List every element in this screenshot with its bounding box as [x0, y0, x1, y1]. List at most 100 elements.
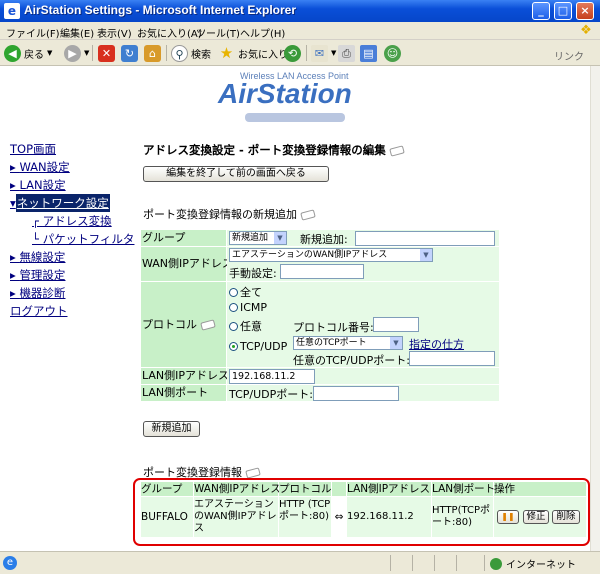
stop-icon: ✕ [98, 44, 115, 62]
menu-help[interactable]: ヘルプ(H) [240, 25, 285, 40]
radio-icmp[interactable] [229, 303, 238, 312]
menu-file[interactable]: ファイル(F) [6, 25, 60, 40]
lan-port-field-label: TCP/UDPポート: [229, 388, 313, 401]
toolbar: ◀ 戻る ▼ ▶ ▼ ✕ ↻ ⌂ ⚲ 検索 ★ お気に入り ⟲ ✉ ▼ ⎙ ▤ … [0, 40, 600, 66]
pause-button[interactable]: ❚❚ [497, 510, 519, 524]
search-button[interactable]: ⚲ 検索 [171, 43, 211, 63]
favorites-button[interactable]: ★ お気に入り [218, 43, 288, 63]
new-add-label: 新規追加: [300, 233, 348, 246]
windows-logo-icon: ❖ [580, 23, 592, 38]
col-lan-port: LAN側ポート [432, 482, 496, 496]
vertical-scrollbar[interactable] [590, 66, 600, 551]
wan-ip-select[interactable]: エアステーションのWAN側IPアドレス ▼ [229, 248, 433, 262]
nav-network[interactable]: ▾ネットワーク設定 [10, 194, 130, 212]
edit-button[interactable]: ▤ [360, 43, 380, 63]
row-lan-ip: 192.168.11.2 [347, 497, 431, 537]
help-pencil-icon[interactable] [245, 467, 261, 479]
page-title: アドレス変換設定 - ポート変換登録情報の編集 [143, 142, 405, 158]
mail-button[interactable]: ✉ ▼ [311, 43, 336, 63]
ie-app-icon: e [4, 3, 20, 19]
edit-button[interactable]: 修正 [523, 510, 549, 524]
nav-admin[interactable]: ▸ 管理設定 [10, 266, 130, 284]
forward-button[interactable]: ▶ ▼ [64, 43, 89, 63]
messenger-icon: ☺ [384, 44, 401, 62]
menu-favorites[interactable]: お気に入り(A) [137, 25, 202, 40]
radio-any[interactable] [229, 322, 238, 331]
nav-logout[interactable]: ログアウト [10, 302, 130, 320]
nav-top[interactable]: TOP画面 [10, 140, 130, 158]
minimize-button[interactable]: _ [532, 2, 550, 20]
any-port-label: 任意のTCP/UDPポート: [293, 354, 410, 367]
nav-lan[interactable]: ▸ LAN設定 [10, 176, 130, 194]
help-pencil-icon[interactable] [300, 209, 316, 221]
how-to-specify-link[interactable]: 指定の仕方 [409, 336, 464, 352]
print-button[interactable]: ⎙ [338, 43, 358, 63]
airstation-logo: AirStation [218, 78, 352, 109]
lan-port-value-cell: TCP/UDPポート: [227, 385, 499, 401]
any-port-input[interactable] [409, 351, 495, 366]
row-arrow-icon: ⇔ [332, 497, 346, 537]
window-title: AirStation Settings - Microsoft Internet… [24, 3, 297, 17]
stop-button[interactable]: ✕ [98, 43, 118, 63]
delete-button[interactable]: 削除 [552, 510, 580, 524]
help-pencil-icon[interactable] [388, 144, 405, 157]
nav-packet-filter[interactable]: └ パケットフィルタ [10, 230, 134, 248]
lan-ip-label: LAN側IPアドレス [141, 368, 230, 384]
back-arrow-icon: ◀ [4, 44, 21, 62]
nav-nat[interactable]: ┌ アドレス変換 [10, 212, 130, 230]
refresh-icon: ↻ [121, 44, 138, 62]
add-new-button[interactable]: 新規追加 [143, 421, 200, 437]
option-any[interactable]: 任意 [229, 318, 262, 334]
col-actions: 操作 [494, 482, 586, 496]
menu-tools[interactable]: ツール(T) [196, 25, 240, 40]
manual-ip-input[interactable] [280, 264, 364, 279]
protocol-number-input[interactable] [373, 317, 419, 332]
menu-edit[interactable]: 編集(E) [60, 25, 94, 40]
manual-label: 手動設定: [229, 267, 277, 280]
device-id-blurred [245, 113, 345, 122]
row-actions: ❚❚ 修正 削除 [494, 497, 586, 537]
col-wan-ip: WAN側IPアドレス [194, 482, 281, 496]
nav-wan[interactable]: ▸ WAN設定 [10, 158, 130, 176]
col-protocol: プロトコル [279, 482, 332, 496]
back-button[interactable]: ◀ 戻る ▼ [4, 43, 52, 63]
refresh-button[interactable]: ↻ [121, 43, 141, 63]
option-icmp[interactable]: ICMP [229, 301, 267, 314]
col-lan-ip: LAN側IPアドレス [347, 482, 431, 496]
new-group-input[interactable] [355, 231, 495, 246]
new-section-title: ポート変換登録情報の新規追加 [143, 206, 316, 222]
history-icon: ⟲ [284, 44, 301, 62]
mail-icon: ✉ [311, 44, 328, 62]
row-lan-port: HTTP(TCPポート:80) [432, 497, 493, 537]
nav-diagnostics[interactable]: ▸ 機器診断 [10, 284, 130, 302]
protocol-value-cell: 全て ICMP 任意 プロトコル番号: TCP/UDP 任意のTCPポート ▼ 指… [227, 282, 499, 367]
messenger-button[interactable]: ☺ [384, 43, 404, 63]
help-pencil-icon[interactable] [200, 319, 216, 331]
lan-port-input[interactable] [313, 386, 399, 401]
lan-ip-input[interactable]: 192.168.11.2 [229, 369, 315, 384]
page-done-icon: e [3, 556, 17, 570]
links-label[interactable]: リンク [554, 48, 584, 63]
radio-all[interactable] [229, 288, 238, 297]
nav-wireless[interactable]: ▸ 無線設定 [10, 248, 130, 266]
favorites-label: お気に入り [238, 49, 288, 61]
group-select[interactable]: 新規追加 ▼ [229, 231, 287, 245]
radio-tcp-udp[interactable] [229, 342, 238, 351]
option-all[interactable]: 全て [229, 284, 262, 300]
menu-view[interactable]: 表示(V) [97, 25, 132, 40]
back-label: 戻る [24, 49, 44, 61]
security-zone: インターネット [490, 556, 576, 571]
home-button[interactable]: ⌂ [144, 43, 164, 63]
lan-port-label: LAN側ポート [141, 385, 226, 401]
close-button[interactable]: × [576, 2, 594, 20]
col-group: グループ [141, 482, 193, 496]
maximize-button[interactable]: □ [554, 2, 572, 20]
group-value-cell: 新規追加 ▼ 新規追加: [227, 230, 499, 246]
history-button[interactable]: ⟲ [284, 43, 304, 63]
new-entry-form: グループ 新規追加 ▼ 新規追加: WAN側IPアドレス エアステーションのWAN… [141, 230, 499, 401]
tcp-port-select[interactable]: 任意のTCPポート ▼ [293, 336, 403, 350]
search-label: 検索 [191, 49, 211, 61]
back-to-previous-button[interactable]: 編集を終了して前の画面へ戻る [143, 166, 329, 182]
option-tcp-udp[interactable]: TCP/UDP [229, 340, 287, 353]
sidebar-nav: TOP画面 ▸ WAN設定 ▸ LAN設定 ▾ネットワーク設定 ┌ アドレス変換… [10, 140, 134, 320]
